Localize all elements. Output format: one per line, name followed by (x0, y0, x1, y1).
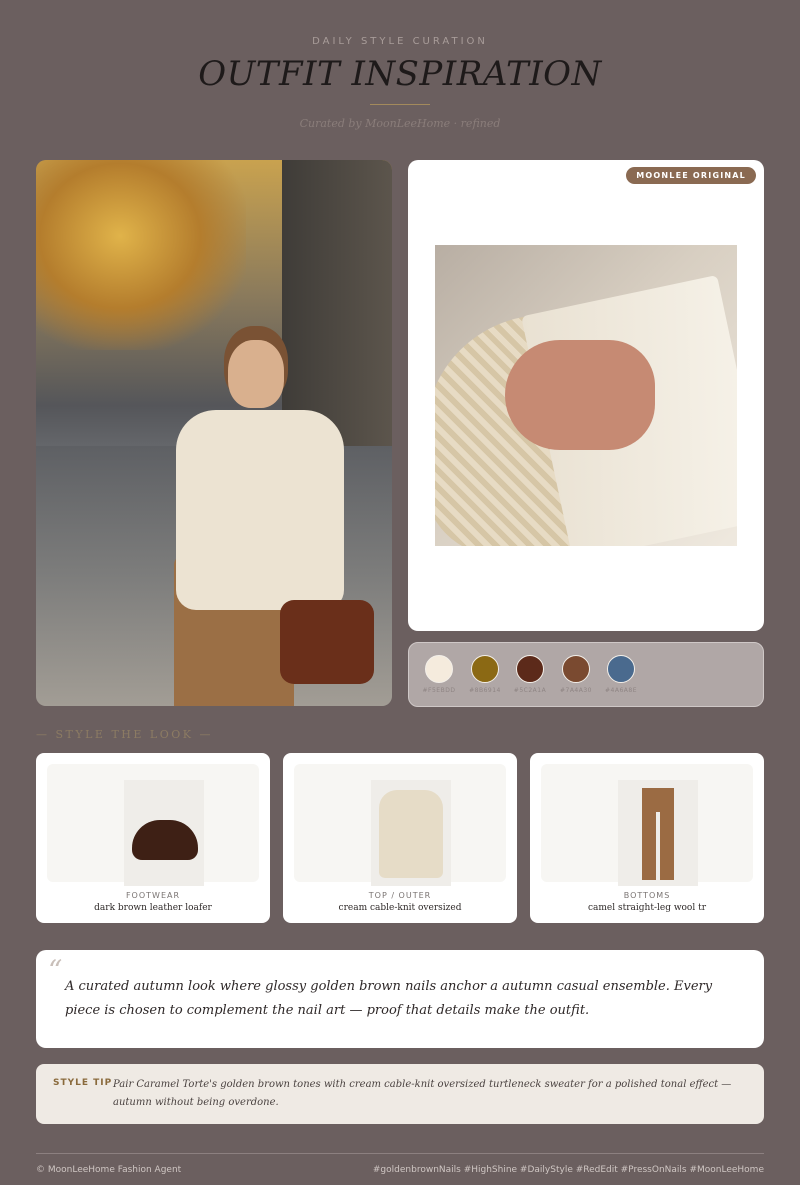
style-tip-text: Pair Caramel Torte's golden brown tones … (113, 1079, 732, 1108)
palette-swatch (562, 655, 590, 683)
swatch-label: #7A4A30 (559, 687, 592, 694)
model-handbag (280, 600, 374, 684)
palette-swatch (425, 655, 453, 683)
quote-text: A curated autumn look where glossy golde… (65, 979, 713, 1018)
product-card-top[interactable]: TOP / OUTER cream cable-knit oversized (283, 753, 517, 923)
nail-card: MOONLEE ORIGINAL (408, 160, 764, 631)
trousers-leg-left (642, 788, 656, 880)
product-category: TOP / OUTER (368, 891, 432, 900)
product-card-bottoms[interactable]: BOTTOMS camel straight-leg wool tr (530, 753, 764, 923)
product-thumb-bg (541, 764, 753, 886)
product-category: BOTTOMS (623, 891, 671, 900)
style-tip-card: STYLE TIP Pair Caramel Torte's golden br… (36, 1064, 764, 1124)
swatch-label: #8B6914 (469, 687, 501, 694)
product-thumb-bg (47, 764, 259, 886)
footer-copyright: © MoonLeeHome Fashion Agent (36, 1165, 182, 1175)
nail-photo (435, 245, 737, 546)
color-palette: #F5EBDD #8B6914 #5C2A1A #7A4A30 #4A6A8E (408, 642, 764, 707)
product-card-footwear[interactable]: FOOTWEAR dark brown leather loafer (36, 753, 270, 923)
title-divider (370, 104, 430, 105)
swatch-label: #4A6A8E (605, 687, 637, 694)
model-sweater (176, 410, 344, 610)
product-category: FOOTWEAR (125, 891, 181, 900)
swatch-label: #5C2A1A (513, 687, 547, 694)
palette-swatch (607, 655, 635, 683)
quote-card: “ A curated autumn look where glossy gol… (36, 950, 764, 1048)
model-head (228, 340, 284, 408)
outfit-photo (36, 160, 392, 706)
swatch-label: #F5EBDD (422, 687, 456, 694)
page-title: OUTFIT INSPIRATION (198, 54, 602, 94)
style-tip-label: STYLE TIP (53, 1078, 113, 1088)
trousers-leg-right (660, 788, 674, 880)
footer-hashtags: #goldenbrownNails #HighShine #DailyStyle… (372, 1165, 764, 1175)
section-label: — STYLE THE LOOK — (36, 728, 213, 741)
loafer-icon (124, 780, 204, 886)
sweater-shape (379, 790, 443, 878)
product-name: camel straight-leg wool tr (587, 903, 707, 913)
product-name: cream cable-knit oversized (338, 903, 462, 913)
palette-swatch (471, 655, 499, 683)
palette-swatch (516, 655, 544, 683)
autumn-tree (36, 160, 246, 350)
product-thumb-bg (294, 764, 506, 886)
header-subtitle: Curated by MoonLeeHome · refined (299, 117, 501, 130)
header-eyebrow: DAILY STYLE CURATION (312, 36, 488, 47)
manicured-hand (505, 340, 655, 450)
sweater-icon (371, 780, 451, 886)
footer-divider (36, 1153, 764, 1154)
quote-mark-icon: “ (48, 954, 63, 987)
loafer-shape (132, 820, 198, 860)
product-name: dark brown leather loafer (94, 903, 212, 913)
trousers-icon (618, 780, 698, 886)
original-badge: MOONLEE ORIGINAL (626, 167, 756, 184)
